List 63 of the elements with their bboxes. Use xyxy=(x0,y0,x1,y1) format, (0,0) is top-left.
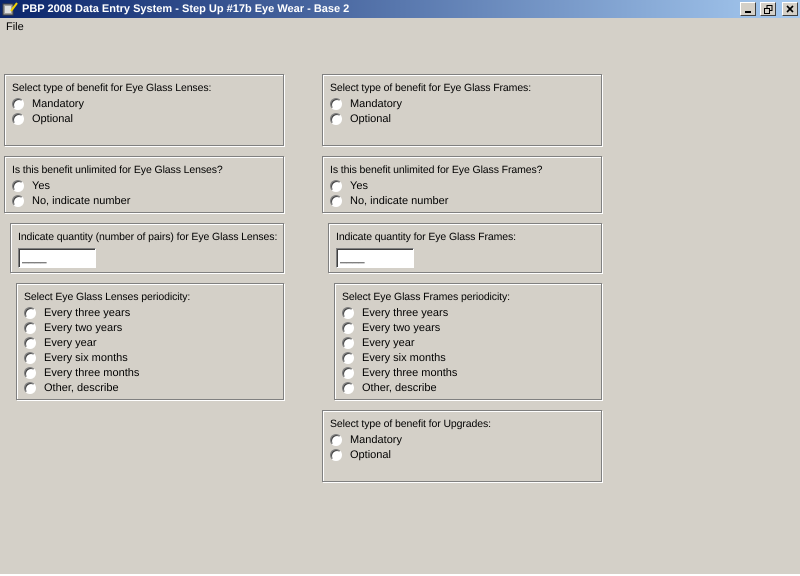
input-field[interactable]: ____ xyxy=(18,248,96,268)
app-icon xyxy=(2,2,18,16)
radio-button[interactable] xyxy=(12,112,24,124)
radio-option[interactable]: Every six months xyxy=(24,350,276,365)
radio-option[interactable]: Every three years xyxy=(342,305,594,320)
radio-button[interactable] xyxy=(12,98,24,110)
radio-option[interactable]: Every two years xyxy=(342,320,594,335)
radio-option[interactable]: Other, describe xyxy=(342,380,594,395)
radio-button[interactable] xyxy=(24,382,36,394)
radio-button[interactable] xyxy=(330,112,342,124)
close-button[interactable] xyxy=(782,2,798,16)
radio-button[interactable] xyxy=(330,194,342,206)
radio-button[interactable] xyxy=(12,180,24,192)
radio-button[interactable] xyxy=(24,352,36,364)
group-label: Select type of benefit for Eye Glass Lenses: xyxy=(12,82,212,94)
restore-icon xyxy=(764,4,772,14)
radio-option[interactable]: Other, describe xyxy=(24,380,276,395)
input-field[interactable]: ____ xyxy=(336,248,414,268)
group-label: Indicate quantity (number of pairs) for Eye Glass Lenses: xyxy=(18,231,276,243)
radio-option[interactable]: Optional xyxy=(330,447,594,462)
radio-option[interactable]: No, indicate number xyxy=(330,193,594,208)
menu-item[interactable]: File xyxy=(6,21,24,33)
minimize-button[interactable] xyxy=(740,2,756,16)
radio-option[interactable]: Mandatory xyxy=(330,96,594,111)
radio-option[interactable]: Optional xyxy=(12,111,276,126)
close-icon xyxy=(786,5,794,13)
group-label: Select Eye Glass Frames periodicity: xyxy=(342,291,511,303)
radio-button[interactable] xyxy=(342,322,354,334)
radio-option[interactable]: Every three months xyxy=(24,365,276,380)
radio-option[interactable]: Every year xyxy=(342,335,594,350)
radio-button[interactable] xyxy=(342,352,354,364)
radio-option[interactable]: Yes xyxy=(12,178,276,193)
group-label: Is this benefit unlimited for Eye Glass Frames? xyxy=(330,164,544,176)
radio-option[interactable]: Mandatory xyxy=(12,96,276,111)
restore-button[interactable] xyxy=(760,2,776,16)
radio-button[interactable] xyxy=(330,98,342,110)
radio-option[interactable]: Yes xyxy=(330,178,594,193)
radio-option[interactable]: No, indicate number xyxy=(12,193,276,208)
group-label: Is this benefit unlimited for Eye Glass Lenses? xyxy=(12,164,224,176)
radio-button[interactable] xyxy=(330,448,342,460)
radio-button[interactable] xyxy=(342,336,354,348)
radio-button[interactable] xyxy=(342,306,354,318)
group-label: Select type of benefit for Upgrades: xyxy=(330,418,492,430)
radio-option[interactable]: Every three years xyxy=(24,305,276,320)
radio-button[interactable] xyxy=(24,366,36,378)
radio-option[interactable]: Mandatory xyxy=(330,432,594,447)
radio-button[interactable] xyxy=(24,306,36,318)
radio-option[interactable]: Optional xyxy=(330,111,594,126)
radio-button[interactable] xyxy=(330,180,342,192)
group-label: Select type of benefit for Eye Glass Frames: xyxy=(330,82,532,94)
radio-button[interactable] xyxy=(24,336,36,348)
window-title: PBP 2008 Data Entry System - Step Up #17b Eye Wear - Base 2 xyxy=(22,3,350,15)
radio-button[interactable] xyxy=(330,434,342,446)
group-label: Indicate quantity for Eye Glass Frames: xyxy=(336,231,517,243)
radio-button[interactable] xyxy=(12,194,24,206)
group-label: Select Eye Glass Lenses periodicity: xyxy=(24,291,192,303)
radio-option[interactable]: Every two years xyxy=(24,320,276,335)
radio-button[interactable] xyxy=(342,366,354,378)
radio-button[interactable] xyxy=(342,382,354,394)
radio-option[interactable]: Every six months xyxy=(342,350,594,365)
radio-button[interactable] xyxy=(24,322,36,334)
radio-option[interactable]: Every three months xyxy=(342,365,594,380)
radio-option[interactable]: Every year xyxy=(24,335,276,350)
